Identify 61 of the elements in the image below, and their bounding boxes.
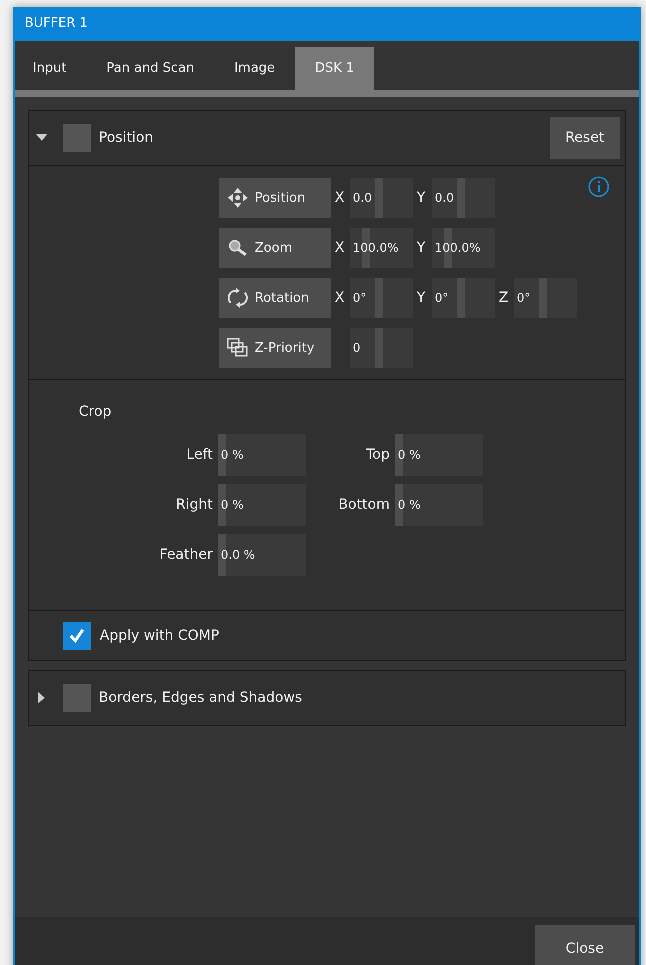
spin-field[interactable]: 0° xyxy=(514,278,577,318)
section-title: Borders, Edges and Shadows xyxy=(99,690,304,706)
field-value: 0° xyxy=(516,291,531,305)
section-title: Position xyxy=(99,130,155,146)
reset-button[interactable]: Reset xyxy=(550,117,620,159)
spin-field[interactable]: 0 % xyxy=(395,484,483,526)
stacked-squares-icon xyxy=(227,338,249,358)
field-value: 0 % xyxy=(220,498,244,512)
field-label: Bottom xyxy=(338,497,390,513)
field-label: Feather xyxy=(158,547,213,563)
spin-field[interactable]: 100.0% xyxy=(350,228,413,268)
section-checkbox[interactable] xyxy=(63,124,91,152)
spin-field[interactable]: 0° xyxy=(432,278,495,318)
axis-label: X xyxy=(335,240,346,256)
axis-label: Y xyxy=(417,240,427,256)
spin-field[interactable]: 0 xyxy=(350,328,413,368)
axis-label: X xyxy=(335,290,346,306)
spin-field[interactable]: 0.0 xyxy=(350,178,413,218)
axis-label: Y xyxy=(417,290,427,306)
rotate-arrows-icon xyxy=(227,288,249,308)
field-value: 0 xyxy=(352,341,361,355)
field-value: 0.0 % xyxy=(220,548,256,562)
spin-field[interactable]: 0.0 xyxy=(432,178,495,218)
tab[interactable]: Image xyxy=(214,47,296,90)
field-value: 0.0 xyxy=(352,191,372,205)
section-checkbox[interactable] xyxy=(63,684,91,712)
axis-label: X xyxy=(335,190,346,206)
window-title: BUFFER 1 xyxy=(24,15,90,33)
info-icon[interactable] xyxy=(588,176,610,198)
transform-button[interactable]: Rotation xyxy=(219,278,331,318)
field-value: 0 % xyxy=(397,498,421,512)
tab[interactable]: Input xyxy=(15,47,87,90)
field-label: Top xyxy=(365,447,390,463)
spin-field[interactable]: 100.0% xyxy=(432,228,495,268)
transform-button[interactable]: Position xyxy=(219,178,331,218)
field-label: Right xyxy=(175,497,213,513)
checkbox[interactable] xyxy=(63,622,91,650)
transform-button[interactable]: Zoom xyxy=(219,228,331,268)
axis-label: Z xyxy=(499,290,510,306)
close-button[interactable]: Close xyxy=(535,925,635,965)
field-label: Left xyxy=(186,447,213,463)
field-value: 0° xyxy=(434,291,449,305)
four-arrows-icon xyxy=(227,187,249,209)
field-value: 100.0% xyxy=(352,241,399,255)
spin-field[interactable]: 0.0 % xyxy=(218,534,306,576)
field-value: 0 % xyxy=(397,448,421,462)
tab[interactable]: Pan and Scan xyxy=(86,47,214,90)
field-value: 0 % xyxy=(220,448,244,462)
transform-button[interactable]: Z-Priority xyxy=(219,328,331,368)
spin-field[interactable]: 0 % xyxy=(395,434,483,476)
spin-field[interactable]: 0 % xyxy=(218,484,306,526)
axis-label: Y xyxy=(417,190,427,206)
field-value: 0.0 xyxy=(434,191,454,205)
crop-heading: Crop xyxy=(79,404,113,420)
magnifier-icon xyxy=(227,239,249,257)
tab[interactable]: DSK 1 xyxy=(295,47,374,90)
spin-field[interactable]: 0° xyxy=(350,278,413,318)
field-value: 100.0% xyxy=(434,241,481,255)
spin-field[interactable]: 0 % xyxy=(218,434,306,476)
checkbox-label: Apply with COMP xyxy=(100,628,220,644)
field-value: 0° xyxy=(352,291,367,305)
